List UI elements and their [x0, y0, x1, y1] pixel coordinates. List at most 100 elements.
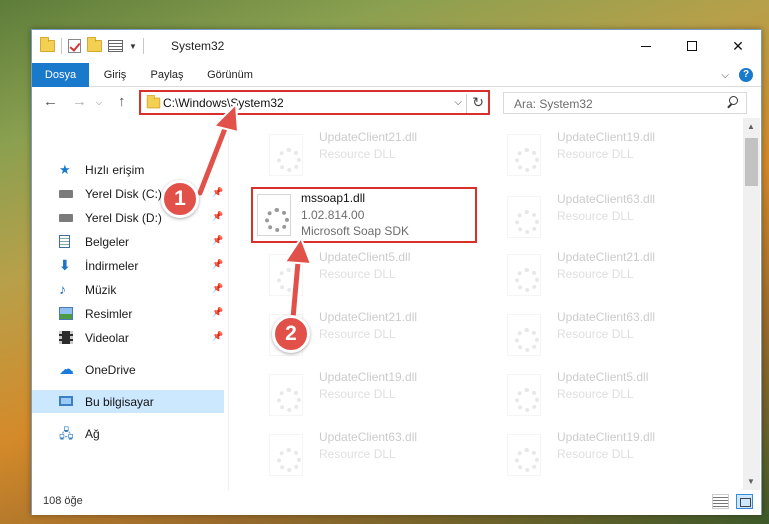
file-tile[interactable]: UpdateClient21.dll Resource DLL — [487, 246, 709, 302]
tab-view[interactable]: Görünüm — [204, 63, 256, 87]
dll-file-icon — [257, 194, 291, 236]
computer-icon — [59, 396, 73, 406]
search-icon[interactable] — [727, 96, 738, 107]
address-bar[interactable]: C:\Windows\System32 ⌵ ↻ — [139, 90, 490, 115]
item-count: 108 öğe — [43, 495, 83, 507]
file-type: Resource DLL — [557, 327, 634, 341]
properties-check-icon[interactable] — [68, 39, 81, 53]
file-type: Resource DLL — [557, 447, 634, 461]
file-tile-mssoap1[interactable]: mssoap1.dll 1.02.814.00 Microsoft Soap S… — [251, 187, 477, 243]
download-icon: ⬇ — [59, 257, 71, 273]
file-type: Resource DLL — [557, 147, 634, 161]
drive-icon — [59, 214, 73, 222]
close-icon: ✕ — [732, 37, 744, 54]
file-tile[interactable]: UpdateClient63.dll Resource DLL — [249, 426, 471, 482]
customize-toolbar-icon[interactable]: ▼ — [129, 42, 137, 51]
file-tile[interactable]: UpdateClient19.dll Resource DLL — [487, 126, 709, 182]
pin-icon[interactable]: 📌 — [212, 235, 223, 246]
drive-icon — [59, 190, 73, 198]
music-icon: ♪ — [59, 281, 66, 297]
nav-item-label: Ağ — [85, 427, 100, 441]
refresh-button[interactable]: ↻ — [466, 94, 484, 113]
forward-button[interactable]: → — [72, 93, 87, 110]
details-view-icon[interactable] — [712, 494, 729, 509]
tiles-view-icon[interactable] — [736, 494, 753, 509]
nav-item-onedrive[interactable]: ☁ OneDrive — [32, 358, 224, 381]
address-path[interactable]: C:\Windows\System32 — [163, 96, 284, 110]
ribbon-tabs: Dosya Giriş Paylaş Görünüm ⌵ ? — [32, 63, 761, 87]
maximize-icon — [687, 41, 697, 51]
dll-file-icon — [507, 374, 541, 416]
close-button[interactable]: ✕ — [715, 30, 761, 62]
step-2-badge: 2 — [272, 315, 310, 353]
step-1-badge: 1 — [161, 180, 199, 218]
search-placeholder: Ara: System32 — [514, 97, 593, 111]
file-tile[interactable]: UpdateClient21.dll Resource DLL — [249, 126, 471, 182]
toolbar-divider — [142, 38, 144, 54]
dll-file-icon — [269, 374, 303, 416]
file-list: UpdateClient21.dll Resource DLL UpdateCl… — [229, 118, 742, 490]
dll-file-icon — [507, 196, 541, 238]
file-tile[interactable]: UpdateClient19.dll Resource DLL — [249, 366, 471, 422]
minimize-button[interactable] — [623, 30, 669, 62]
file-type: Resource DLL — [557, 267, 634, 281]
address-toolbar: ← → ⌵ ↑ C:\Windows\System32 ⌵ ↻ Ara: Sys… — [32, 88, 761, 118]
nav-item-label: Bu bilgisayar — [85, 395, 154, 409]
toolbar-divider — [61, 38, 62, 54]
pin-icon[interactable]: 📌 — [212, 211, 223, 222]
dll-file-icon — [269, 134, 303, 176]
scrollbar-thumb[interactable] — [745, 138, 758, 186]
pictures-icon — [59, 307, 73, 320]
tab-share[interactable]: Paylaş — [146, 63, 188, 87]
pin-icon[interactable]: 📌 — [212, 283, 223, 294]
nav-item-music[interactable]: ♪ Müzik 📌 — [32, 278, 224, 301]
file-name: UpdateClient21.dll — [557, 250, 656, 264]
tab-file[interactable]: Dosya — [32, 63, 89, 87]
address-history-chevron-icon[interactable]: ⌵ — [454, 97, 462, 108]
maximize-button[interactable] — [669, 30, 715, 62]
nav-item-label: OneDrive — [85, 363, 136, 377]
scroll-down-arrow-icon[interactable]: ▼ — [747, 477, 755, 486]
file-tile[interactable]: UpdateClient63.dll Resource DLL — [487, 188, 709, 244]
minimize-icon — [641, 45, 651, 47]
vertical-scrollbar[interactable]: ▲ ▼ — [743, 118, 760, 490]
expand-ribbon-chevron-icon[interactable]: ⌵ — [721, 70, 729, 81]
file-tile[interactable]: UpdateClient63.dll Resource DLL — [487, 306, 709, 362]
nav-item-label: Müzik — [85, 283, 117, 297]
back-button[interactable]: ← — [43, 93, 58, 110]
nav-item-quick-access[interactable]: ★ Hızlı erişim — [32, 158, 224, 181]
file-name: UpdateClient19.dll — [319, 370, 418, 384]
pin-icon[interactable]: 📌 — [212, 331, 223, 342]
nav-item-network[interactable]: 🖧 Ağ — [32, 422, 224, 445]
file-tile[interactable]: UpdateClient5.dll Resource DLL — [487, 366, 709, 422]
nav-item-pictures[interactable]: Resimler 📌 — [32, 302, 224, 325]
up-button[interactable]: ↑ — [118, 93, 126, 110]
file-tile[interactable]: UpdateClient5.dll Resource DLL — [249, 246, 471, 302]
new-folder-icon[interactable] — [87, 37, 102, 52]
title-bar: ▼ System32 ✕ — [32, 30, 761, 63]
nav-item-documents[interactable]: Belgeler 📌 — [32, 230, 224, 253]
file-type: Resource DLL — [319, 447, 396, 461]
ribbon-right-controls: ⌵ ? — [721, 68, 753, 82]
pin-icon[interactable]: 📌 — [212, 187, 223, 198]
onedrive-icon: ☁ — [59, 361, 74, 378]
nav-item-this-pc[interactable]: Bu bilgisayar — [32, 390, 224, 413]
file-name: UpdateClient19.dll — [557, 130, 656, 144]
nav-item-videos[interactable]: Videolar 📌 — [32, 326, 224, 349]
recent-locations-chevron-icon[interactable]: ⌵ — [96, 98, 102, 108]
scroll-up-arrow-icon[interactable]: ▲ — [747, 122, 755, 131]
pin-icon[interactable]: 📌 — [212, 307, 223, 318]
pin-icon[interactable]: 📌 — [212, 259, 223, 270]
nav-item-downloads[interactable]: ⬇ İndirmeler 📌 — [32, 254, 224, 277]
file-name: UpdateClient5.dll — [319, 250, 411, 264]
tab-home[interactable]: Giriş — [98, 63, 132, 87]
file-name: UpdateClient63.dll — [319, 430, 418, 444]
search-input[interactable]: Ara: System32 — [503, 92, 747, 114]
dll-file-icon — [507, 314, 541, 356]
file-type: Resource DLL — [557, 387, 634, 401]
window-controls: ✕ — [623, 30, 761, 62]
properties-icon[interactable] — [108, 40, 123, 52]
help-icon[interactable]: ? — [739, 68, 753, 82]
nav-item-label: Resimler — [85, 307, 133, 321]
file-tile[interactable]: UpdateClient19.dll Resource DLL — [487, 426, 709, 482]
